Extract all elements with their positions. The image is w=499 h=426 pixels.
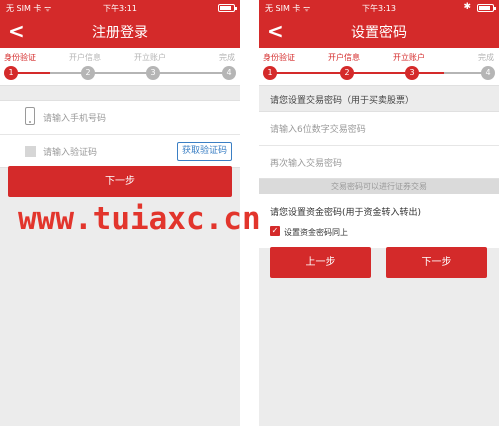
next-button[interactable]: 下一步 bbox=[386, 247, 487, 278]
status-bar: 无 SIM 卡 ᯤ 下午3:11 bbox=[0, 0, 240, 16]
trade-password-form: 请输入6位数字交易密码 再次输入交易密码 bbox=[259, 111, 499, 179]
fund-password-panel bbox=[259, 194, 499, 248]
battery-icon bbox=[477, 4, 496, 12]
same-as-trade-label: 设置资金密码同上 bbox=[284, 228, 348, 237]
step-dot-2: 2 bbox=[340, 66, 354, 80]
checkbox-checked-icon[interactable]: ✓ bbox=[270, 226, 280, 236]
next-button[interactable]: 下一步 bbox=[8, 166, 232, 197]
step-progress: 身份验证 开户信息 开立账户 完成 1 2 3 4 bbox=[259, 48, 499, 86]
step-label-4: 完成 bbox=[478, 53, 494, 62]
page-title: 设置密码 bbox=[351, 25, 407, 41]
step-label-2: 开户信息 bbox=[69, 53, 101, 62]
status-time: 下午3:11 bbox=[103, 3, 137, 13]
status-bar: 无 SIM 卡 ᯤ 下午3:13 ✱ bbox=[259, 0, 499, 16]
step-label-2: 开户信息 bbox=[328, 53, 360, 62]
nav-bar: < 注册登录 bbox=[0, 16, 240, 48]
set-password-screen: 无 SIM 卡 ᯤ 下午3:13 ✱ < 设置密码 身份验证 开户信息 开立账户… bbox=[259, 0, 499, 426]
trade-password-confirm-input[interactable]: 再次输入交易密码 bbox=[270, 156, 342, 169]
screenshot-stage: 无 SIM 卡 ᯤ 下午3:11 < 注册登录 身份验证 开户信息 开立账户 完… bbox=[0, 0, 499, 426]
step-label-3: 开立账户 bbox=[134, 53, 166, 62]
step-dot-1: 1 bbox=[4, 66, 18, 80]
login-form: 请输入手机号码 请输入验证码 获取验证码 bbox=[0, 100, 240, 168]
back-arrow-icon[interactable]: < bbox=[8, 20, 25, 42]
step-dot-2: 2 bbox=[81, 66, 95, 80]
step-progress: 身份验证 开户信息 开立账户 完成 1 2 3 4 bbox=[0, 48, 240, 86]
step-dot-4: 4 bbox=[481, 66, 495, 80]
step-dot-3: 3 bbox=[405, 66, 419, 80]
step-dot-4: 4 bbox=[222, 66, 236, 80]
trade-pwd-again-row[interactable]: 再次输入交易密码 bbox=[259, 145, 499, 178]
step-dot-1: 1 bbox=[263, 66, 277, 80]
watermark: www.tuiaxc.cn bbox=[18, 201, 261, 237]
trade-password-input[interactable]: 请输入6位数字交易密码 bbox=[270, 122, 366, 135]
battery-icon bbox=[218, 4, 237, 12]
trade-password-heading: 请您设置交易密码（用于买卖股票） bbox=[259, 91, 499, 111]
step-dot-3: 3 bbox=[146, 66, 160, 80]
phone-row[interactable]: 请输入手机号码 bbox=[0, 101, 240, 134]
bluetooth-icon: ✱ bbox=[463, 2, 471, 12]
prev-button[interactable]: 上一步 bbox=[270, 247, 371, 278]
code-row[interactable]: 请输入验证码 获取验证码 bbox=[0, 134, 240, 167]
back-arrow-icon[interactable]: < bbox=[267, 20, 284, 42]
step-label-1: 身份验证 bbox=[263, 53, 295, 62]
code-input[interactable]: 请输入验证码 bbox=[43, 145, 97, 158]
verify-code-icon bbox=[25, 146, 36, 157]
phone-input[interactable]: 请输入手机号码 bbox=[43, 111, 106, 124]
mobile-phone-icon bbox=[25, 107, 35, 125]
trade-pwd-row[interactable]: 请输入6位数字交易密码 bbox=[259, 112, 499, 145]
step-label-3: 开立账户 bbox=[393, 53, 425, 62]
fund-password-heading: 请您设置资金密码(用于资金转入转出) bbox=[270, 208, 422, 218]
nav-bar: < 设置密码 bbox=[259, 16, 499, 48]
page-title: 注册登录 bbox=[92, 25, 148, 41]
step-label-4: 完成 bbox=[219, 53, 235, 62]
step-label-1: 身份验证 bbox=[4, 53, 36, 62]
trade-password-hint: 交易密码可以进行证券交易 bbox=[259, 179, 499, 194]
get-code-button[interactable]: 获取验证码 bbox=[176, 142, 232, 161]
